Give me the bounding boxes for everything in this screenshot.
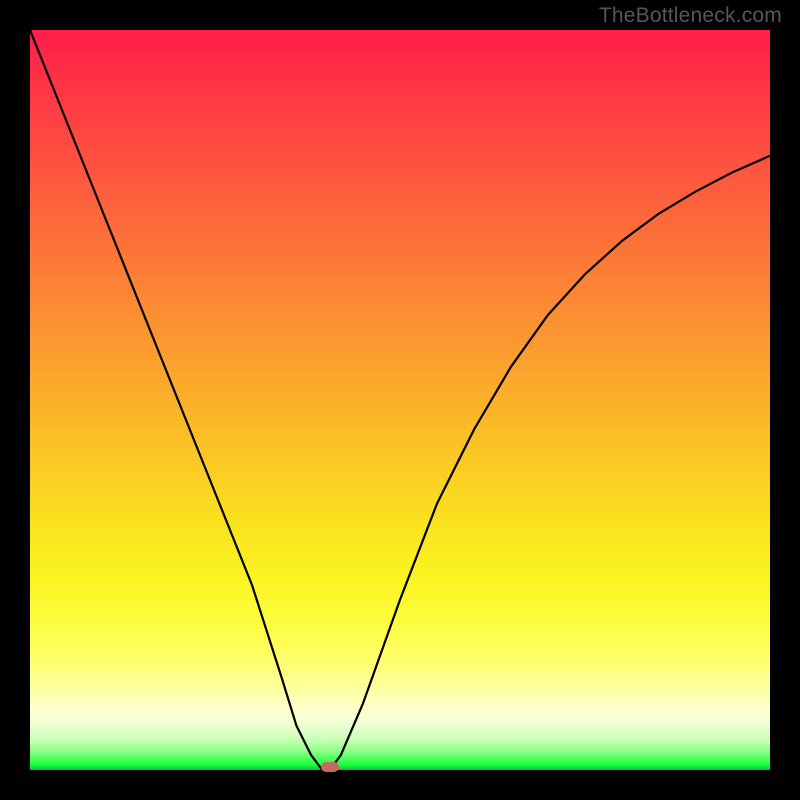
optimal-point-marker bbox=[321, 762, 339, 772]
watermark-text: TheBottleneck.com bbox=[599, 4, 782, 28]
plot-area bbox=[30, 30, 770, 770]
bottleneck-curve bbox=[30, 30, 770, 770]
chart-container: TheBottleneck.com bbox=[0, 0, 800, 800]
